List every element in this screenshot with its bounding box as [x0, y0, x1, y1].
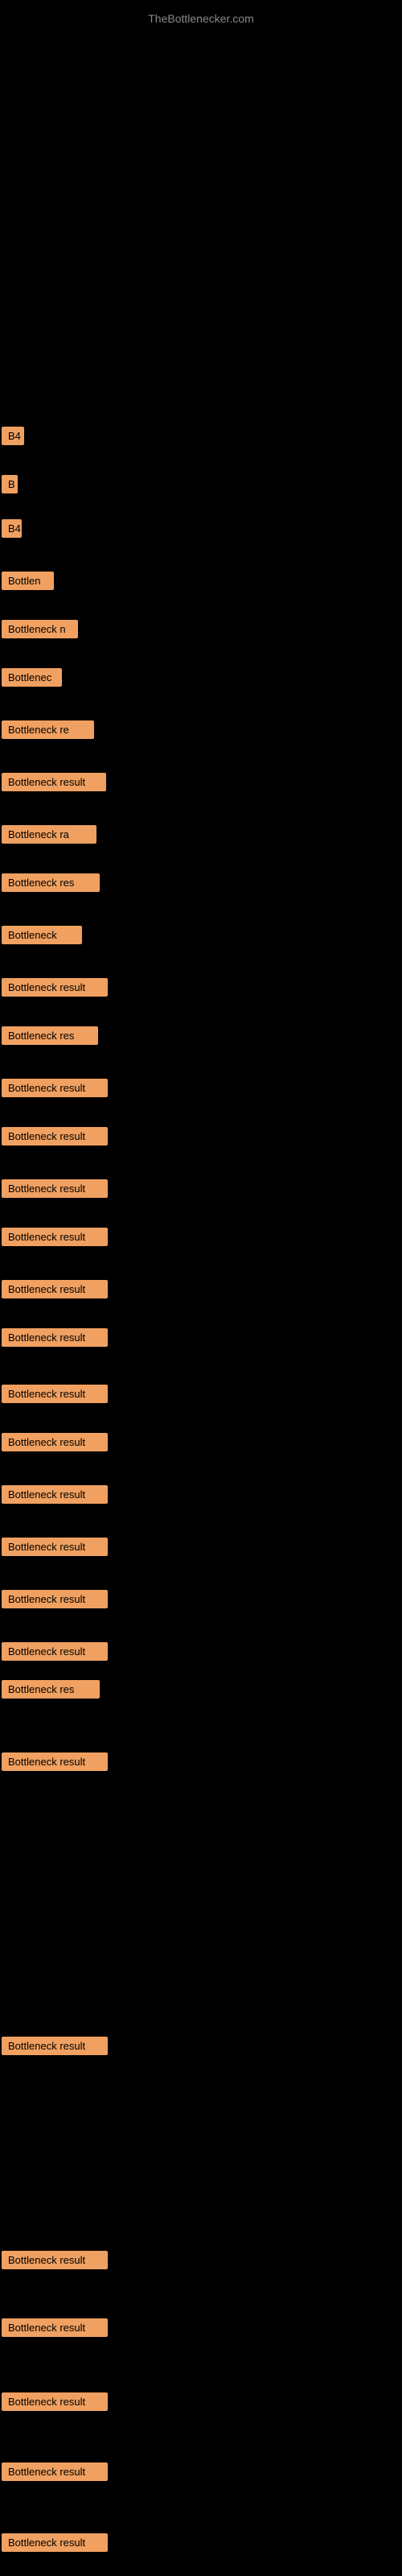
bottleneck-result-item[interactable]: Bottleneck result [2, 1385, 108, 1403]
bottleneck-result-item[interactable]: Bottleneck result [2, 2318, 108, 2337]
bottleneck-result-item[interactable]: Bottleneck result [2, 2462, 108, 2481]
bottleneck-result-item[interactable]: Bottleneck result [2, 1179, 108, 1198]
bottleneck-result-item[interactable]: Bottleneck result [2, 1079, 108, 1097]
bottleneck-result-item[interactable]: Bottleneck [2, 926, 82, 944]
bottleneck-result-item[interactable]: Bottleneck result [2, 2533, 108, 2552]
bottleneck-result-item[interactable]: B4 [2, 427, 24, 445]
bottleneck-result-item[interactable]: Bottleneck re [2, 720, 94, 739]
bottleneck-result-item[interactable]: Bottleneck result [2, 2251, 108, 2269]
bottleneck-result-item[interactable]: Bottleneck res [2, 873, 100, 892]
bottleneck-result-item[interactable]: Bottleneck res [2, 1680, 100, 1699]
bottleneck-result-item[interactable]: Bottleneck result [2, 1228, 108, 1246]
bottleneck-result-item[interactable]: Bottleneck n [2, 620, 78, 638]
site-title: TheBottlenecker.com [0, 4, 402, 33]
bottleneck-result-item[interactable]: B4 [2, 519, 22, 538]
bottleneck-result-item[interactable]: Bottleneck result [2, 1280, 108, 1298]
bottleneck-result-item[interactable]: Bottleneck result [2, 2392, 108, 2411]
bottleneck-result-item[interactable]: Bottleneck result [2, 2037, 108, 2055]
bottleneck-result-item[interactable]: Bottleneck result [2, 1538, 108, 1556]
bottleneck-result-item[interactable]: Bottleneck ra [2, 825, 96, 844]
bottleneck-result-item[interactable]: Bottleneck result [2, 1642, 108, 1661]
bottleneck-result-item[interactable]: Bottleneck result [2, 1433, 108, 1451]
bottleneck-result-item[interactable]: Bottleneck result [2, 1328, 108, 1347]
bottleneck-result-item[interactable]: Bottleneck result [2, 1485, 108, 1504]
bottleneck-result-item[interactable]: Bottlenec [2, 668, 62, 687]
bottleneck-result-item[interactable]: Bottleneck result [2, 1752, 108, 1771]
bottleneck-result-item[interactable]: B [2, 475, 18, 493]
bottleneck-result-item[interactable]: Bottleneck res [2, 1026, 98, 1045]
bottleneck-result-item[interactable]: Bottleneck result [2, 1590, 108, 1608]
bottleneck-result-item[interactable]: Bottleneck result [2, 773, 106, 791]
bottleneck-result-item[interactable]: Bottlen [2, 572, 54, 590]
bottleneck-result-item[interactable]: Bottleneck result [2, 1127, 108, 1146]
bottleneck-result-item[interactable]: Bottleneck result [2, 978, 108, 997]
